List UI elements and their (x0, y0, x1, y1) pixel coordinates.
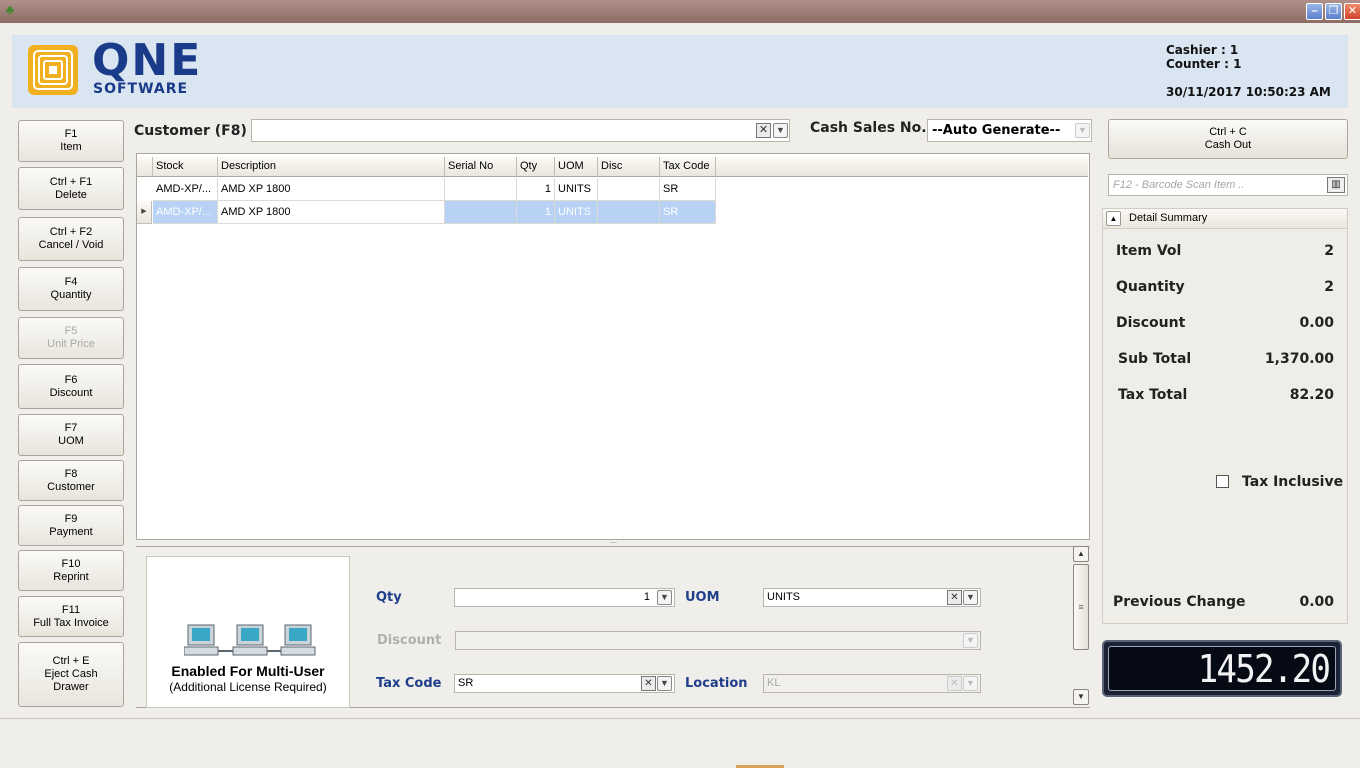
quantity-label: Quantity (1116, 279, 1185, 295)
barcode-scan-input[interactable]: F12 - Barcode Scan Item .. ▥ (1108, 174, 1348, 196)
uom-input[interactable]: UNITS ✕ ▼ (763, 588, 981, 607)
discount-button[interactable]: F6 Discount (18, 364, 124, 409)
customer-dropdown-icon[interactable]: ▼ (773, 123, 788, 138)
cash-sales-combo[interactable]: --Auto Generate-- ▼ (927, 119, 1092, 142)
cashier-label: Cashier : 1 (1166, 43, 1239, 57)
scroll-up-icon[interactable]: ▲ (1073, 546, 1089, 562)
col-header-disc[interactable]: Disc (598, 157, 660, 177)
clear-customer-icon[interactable]: ✕ (756, 123, 771, 138)
clear-location-icon[interactable]: ✕ (947, 676, 962, 691)
location-dropdown-icon[interactable]: ▼ (963, 676, 978, 691)
datetime-label: 30/11/2017 10:50:23 AM (1166, 85, 1331, 99)
counter-label: Counter : 1 (1166, 57, 1242, 71)
uom-dropdown-icon[interactable]: ▼ (963, 590, 978, 605)
uom-label: UOM (685, 590, 720, 605)
sub-total-value: 1,370.00 (1264, 351, 1334, 367)
clear-uom-icon[interactable]: ✕ (947, 590, 962, 605)
unit-price-button[interactable]: F5 Unit Price (18, 317, 124, 359)
uom-button[interactable]: F7 UOM (18, 414, 124, 456)
full-tax-invoice-button[interactable]: F11 Full Tax Invoice (18, 596, 124, 637)
header-banner: QNE SOFTWARE Cashier : 1 Counter : 1 30/… (12, 35, 1348, 108)
barcode-icon[interactable]: ▥ (1327, 177, 1345, 193)
tax-inclusive-label: Tax Inclusive (1242, 474, 1344, 490)
multi-user-title: Enabled For Multi-User (171, 663, 325, 679)
discount-label: Discount (377, 633, 442, 648)
discount-input[interactable]: ▼ (455, 631, 981, 650)
col-header-serial[interactable]: Serial No (445, 157, 517, 177)
table-row[interactable]: AMD-XP/... AMD XP 1800 1 UNITS SR (137, 178, 716, 201)
table-row-selected[interactable]: ▶ AMD-XP/... AMD XP 1800 1 UNITS SR (137, 201, 716, 224)
row-indicator-icon: ▶ (137, 201, 152, 224)
status-bar (0, 718, 1360, 768)
previous-change-label: Previous Change (1113, 594, 1246, 610)
location-input[interactable]: KL ✕ ▼ (763, 674, 981, 693)
detail-summary-title: Detail Summary (1129, 212, 1208, 224)
cash-out-button[interactable]: Ctrl + C Cash Out (1108, 119, 1348, 159)
detail-summary-header: ▲ Detail Summary (1103, 209, 1347, 229)
discount-dropdown-icon[interactable]: ▼ (963, 633, 978, 648)
eject-cash-drawer-button[interactable]: Ctrl + E Eject Cash Drawer (18, 642, 124, 707)
item-vol-value: 2 (1324, 243, 1334, 259)
cash-sales-dropdown-icon[interactable]: ▼ (1075, 123, 1090, 138)
grid-header: Stock Description Serial No Qty UOM Disc… (137, 157, 1088, 177)
tax-code-input[interactable]: SR ✕ ▼ (454, 674, 675, 693)
total-display-value: 1452.20 (1197, 647, 1330, 691)
multi-user-banner: Enabled For Multi-User (Additional Licen… (146, 556, 350, 708)
col-header-uom[interactable]: UOM (555, 157, 598, 177)
grid-corner (137, 157, 153, 177)
tax-inclusive-checkbox[interactable] (1216, 475, 1229, 488)
app-icon: ♣ (5, 2, 15, 17)
item-button[interactable]: F1 Item (18, 120, 124, 162)
col-header-tax-code[interactable]: Tax Code (660, 157, 716, 177)
minimize-button[interactable]: – (1306, 3, 1323, 20)
multi-user-subtitle: (Additional License Required) (169, 680, 327, 694)
network-computers-icon (184, 624, 316, 656)
item-grid[interactable]: Stock Description Serial No Qty UOM Disc… (136, 153, 1090, 540)
tax-code-dropdown-icon[interactable]: ▼ (657, 676, 672, 691)
customer-label: Customer (F8) (134, 123, 247, 139)
quantity-button[interactable]: F4 Quantity (18, 267, 124, 311)
cancel-void-button[interactable]: Ctrl + F2 Cancel / Void (18, 217, 124, 261)
total-display: 1452.20 (1102, 640, 1342, 697)
previous-change-value: 0.00 (1299, 594, 1334, 610)
tax-total-value: 82.20 (1289, 387, 1334, 403)
qty-dropdown-icon[interactable]: ▼ (657, 590, 672, 605)
qty-label: Qty (376, 590, 402, 605)
qty-input[interactable]: 1 ▼ (454, 588, 675, 607)
logo-subtext: SOFTWARE (93, 81, 189, 97)
logo-text: QNE (92, 35, 203, 86)
customer-button[interactable]: F8 Customer (18, 460, 124, 501)
location-label: Location (685, 676, 748, 691)
delete-button[interactable]: Ctrl + F1 Delete (18, 167, 124, 210)
col-header-stock[interactable]: Stock (153, 157, 218, 177)
summary-discount-value: 0.00 (1299, 315, 1334, 331)
customer-combo[interactable]: ✕ ▼ (251, 119, 790, 142)
cash-sales-value: --Auto Generate-- (932, 123, 1061, 138)
clear-tax-code-icon[interactable]: ✕ (641, 676, 656, 691)
detail-scrollbar[interactable]: ▲ ≡ ▼ (1072, 546, 1090, 708)
title-bar: ♣ – ❐ ✕ (0, 0, 1360, 23)
reprint-button[interactable]: F10 Reprint (18, 550, 124, 591)
summary-discount-label: Discount (1116, 315, 1186, 331)
cash-sales-label: Cash Sales No. (810, 120, 927, 136)
col-header-qty[interactable]: Qty (517, 157, 555, 177)
item-vol-label: Item Vol (1116, 243, 1182, 259)
payment-button[interactable]: F9 Payment (18, 505, 124, 546)
quantity-value: 2 (1324, 279, 1334, 295)
sub-total-label: Sub Total (1118, 351, 1192, 367)
collapse-icon[interactable]: ▲ (1106, 211, 1121, 226)
scroll-thumb[interactable]: ≡ (1073, 564, 1089, 650)
restore-button[interactable]: ❐ (1325, 3, 1342, 20)
scroll-down-icon[interactable]: ▼ (1073, 689, 1089, 705)
qne-logo-icon (28, 45, 78, 95)
detail-summary-panel: ▲ Detail Summary (1102, 208, 1348, 624)
tax-total-label: Tax Total (1118, 387, 1188, 403)
tax-code-label: Tax Code (376, 676, 442, 691)
close-button[interactable]: ✕ (1344, 3, 1360, 20)
col-header-description[interactable]: Description (218, 157, 445, 177)
